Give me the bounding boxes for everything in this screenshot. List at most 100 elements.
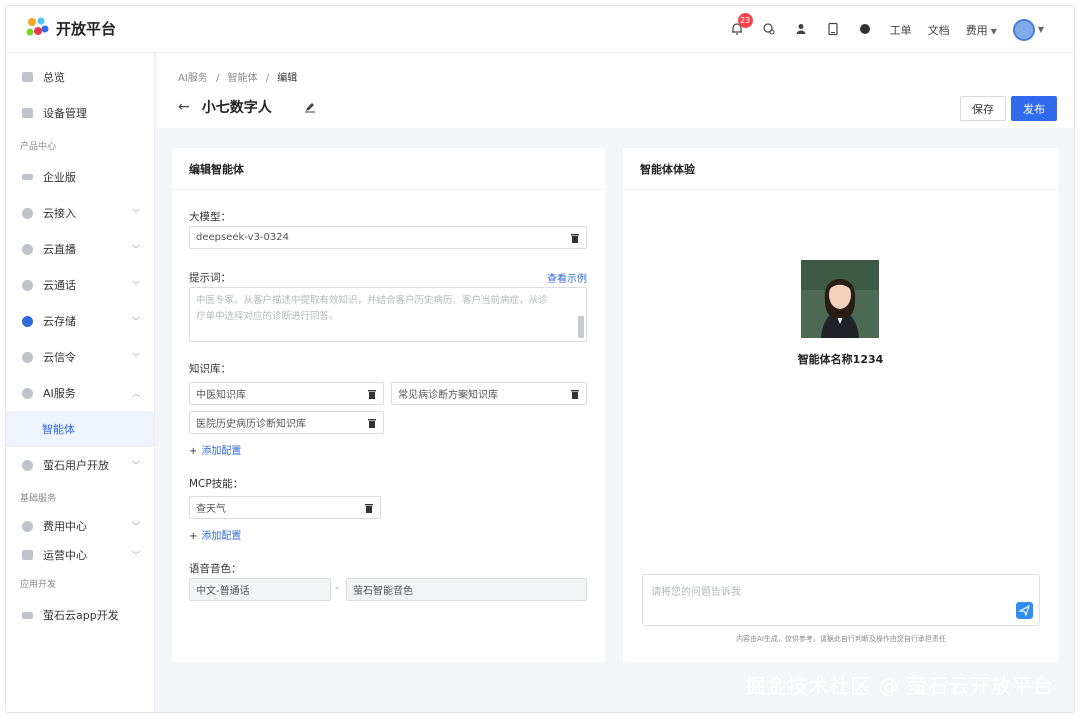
sidebar: 总览 设备管理 产品中心 企业版 云接入 ﹀ 云直播 ﹀ 云通话 ﹀ 云存储 ﹀ 云信令…	[6, 53, 155, 712]
trash-icon[interactable]	[571, 389, 579, 399]
textarea-scrollbar[interactable]	[578, 316, 584, 338]
sidebar-item-agent[interactable]: 智能体	[6, 411, 154, 447]
kb-item[interactable]: 常见病诊断方案知识库	[391, 382, 587, 405]
voice-name-select[interactable]: 萤石智能音色	[346, 578, 587, 601]
voice-language-select[interactable]: 中文-普通话	[189, 578, 331, 601]
chat-icon[interactable]	[762, 22, 778, 38]
sidebar-item-billing[interactable]: 费用中心 ﹀	[6, 511, 154, 541]
avatar	[1012, 18, 1035, 41]
sidebar-item-app-dev[interactable]: 萤石云app开发	[6, 597, 154, 633]
logo[interactable]: 开放平台	[26, 17, 116, 39]
chat-input[interactable]: 请将您的问题告诉我	[642, 574, 1040, 626]
sidebar-item-label: 云存储	[43, 315, 76, 328]
user-open-icon	[22, 459, 33, 471]
breadcrumb-agent[interactable]: 智能体	[228, 73, 258, 84]
prompt-placeholder: 中医专家。从客户描述中提取有效知识，并结合客户历史病历、客户当前病症，从诊疗单中…	[196, 295, 548, 322]
sidebar-item-devices[interactable]: 设备管理	[6, 95, 154, 131]
breadcrumb-separator: /	[265, 73, 270, 84]
kb-item-label: 医院历史病历诊断知识库	[196, 419, 306, 430]
back-arrow-icon[interactable]: ←	[178, 99, 190, 115]
page-header: AI服务 / 智能体 / 编辑 ← 小七数字人 保存 发布	[156, 53, 1074, 128]
sidebar-item-label: 总览	[43, 71, 65, 84]
add-config-label: 添加配置	[201, 446, 242, 457]
sidebar-item-overview[interactable]: 总览	[6, 59, 154, 95]
bell-icon[interactable]: 23	[730, 12, 753, 38]
chevron-down-icon: ﹀	[132, 551, 140, 560]
sidebar-item-label: 萤石云app开发	[43, 609, 119, 622]
top-bar: 开放平台 23 工单 文档 费用 ▼ ▼	[6, 6, 1074, 53]
chevron-down-icon: ▼	[1037, 25, 1044, 34]
cloud-call-icon	[22, 279, 33, 291]
cloud-storage-icon	[22, 315, 33, 327]
enterprise-icon	[22, 174, 33, 180]
trash-icon[interactable]	[571, 233, 579, 243]
trash-icon[interactable]	[365, 503, 373, 513]
user-icon[interactable]	[794, 22, 810, 38]
plus-icon: +	[189, 531, 198, 542]
sidebar-item-cloud-access[interactable]: 云接入 ﹀	[6, 195, 154, 231]
sidebar-group-basic: 基础服务	[20, 493, 57, 504]
mcp-item-label: 查天气	[196, 504, 226, 515]
mcp-item[interactable]: 查天气	[189, 496, 381, 519]
chevron-down-icon: ▼	[990, 26, 997, 36]
save-button[interactable]: 保存	[960, 96, 1006, 121]
voice-name-value: 萤石智能音色	[353, 586, 413, 597]
prompt-textarea[interactable]: 中医专家。从客户描述中提取有效知识，并结合客户历史病历、客户当前病症，从诊疗单中…	[189, 287, 587, 342]
chevron-down-icon: ﹀	[132, 461, 140, 470]
cloud-signal-icon	[22, 351, 33, 363]
chevron-down-icon: ﹀	[132, 245, 140, 254]
model-value: deepseek-v3-0324	[196, 232, 289, 243]
menu-billing-label: 费用	[965, 23, 988, 37]
app-dev-icon	[22, 611, 33, 619]
menu-docs[interactable]: 文档	[928, 22, 950, 38]
sidebar-item-enterprise[interactable]: 企业版	[6, 159, 154, 195]
notification-badge: 23	[737, 12, 753, 28]
mcp-label: MCP技能：	[189, 478, 244, 490]
editor-title: 编辑智能体	[172, 148, 605, 190]
sidebar-item-user-open[interactable]: 萤石用户开放 ﹀	[6, 447, 154, 483]
sidebar-item-cloud-storage[interactable]: 云存储 ﹀	[6, 303, 154, 339]
chevron-down-icon: ﹀	[132, 353, 140, 362]
sidebar-item-label: AI服务	[43, 387, 76, 400]
device-icon	[22, 108, 33, 118]
trash-icon[interactable]	[368, 418, 376, 428]
breadcrumb-ai-service[interactable]: AI服务	[178, 73, 208, 84]
main-content: AI服务 / 智能体 / 编辑 ← 小七数字人 保存 发布 编辑智能体 大模型：…	[156, 53, 1074, 712]
kb-add-config-button[interactable]: + 添加配置	[189, 442, 241, 457]
breadcrumb-separator: /	[215, 73, 220, 84]
voice-label: 语音音色：	[189, 563, 242, 575]
sidebar-item-label: 云直播	[43, 243, 76, 256]
sidebar-item-operations[interactable]: 运营中心 ﹀	[6, 541, 154, 569]
send-button[interactable]	[1016, 602, 1033, 619]
breadcrumb-current: 编辑	[277, 73, 298, 84]
view-example-link[interactable]: 查看示例	[547, 270, 587, 285]
menu-billing[interactable]: 费用 ▼	[966, 22, 997, 38]
sidebar-item-cloud-live[interactable]: 云直播 ﹀	[6, 231, 154, 267]
circle-icon[interactable]	[858, 22, 874, 38]
top-actions: 23 工单 文档 费用 ▼ ▼	[730, 6, 1044, 53]
trash-icon[interactable]	[368, 389, 376, 399]
menu-workorder[interactable]: 工单	[890, 22, 912, 38]
publish-button[interactable]: 发布	[1011, 96, 1057, 121]
billing-icon	[22, 520, 33, 532]
add-config-label: 添加配置	[201, 531, 242, 542]
ai-disclaimer: 内容由AI生成，仅供参考。请据此自行判断及操作由您自行承担责任	[736, 635, 946, 643]
kb-item[interactable]: 医院历史病历诊断知识库	[189, 411, 384, 434]
ai-service-icon	[22, 387, 33, 399]
kb-item[interactable]: 中医知识库	[189, 382, 384, 405]
home-icon	[22, 72, 33, 82]
sidebar-item-label: 运营中心	[43, 549, 87, 562]
sidebar-item-cloud-call[interactable]: 云通话 ﹀	[6, 267, 154, 303]
model-select[interactable]: deepseek-v3-0324	[189, 226, 587, 249]
sidebar-item-ai-service[interactable]: AI服务 ︿	[6, 375, 154, 411]
user-menu[interactable]: ▼	[1012, 18, 1044, 41]
sidebar-item-label: 云通话	[43, 279, 76, 292]
sidebar-item-label: 云信令	[43, 351, 76, 364]
sidebar-item-cloud-signal[interactable]: 云信令 ﹀	[6, 339, 154, 375]
mcp-add-config-button[interactable]: + 添加配置	[189, 527, 241, 542]
chat-input-placeholder: 请将您的问题告诉我	[651, 587, 741, 598]
tablet-icon[interactable]	[826, 22, 842, 38]
edit-pencil-icon[interactable]	[304, 101, 316, 113]
app-window: 开放平台 23 工单 文档 费用 ▼ ▼ 总览 设备管理 产品中心 企业版 云接…	[5, 5, 1075, 713]
sidebar-group-appdev: 应用开发	[20, 579, 57, 590]
